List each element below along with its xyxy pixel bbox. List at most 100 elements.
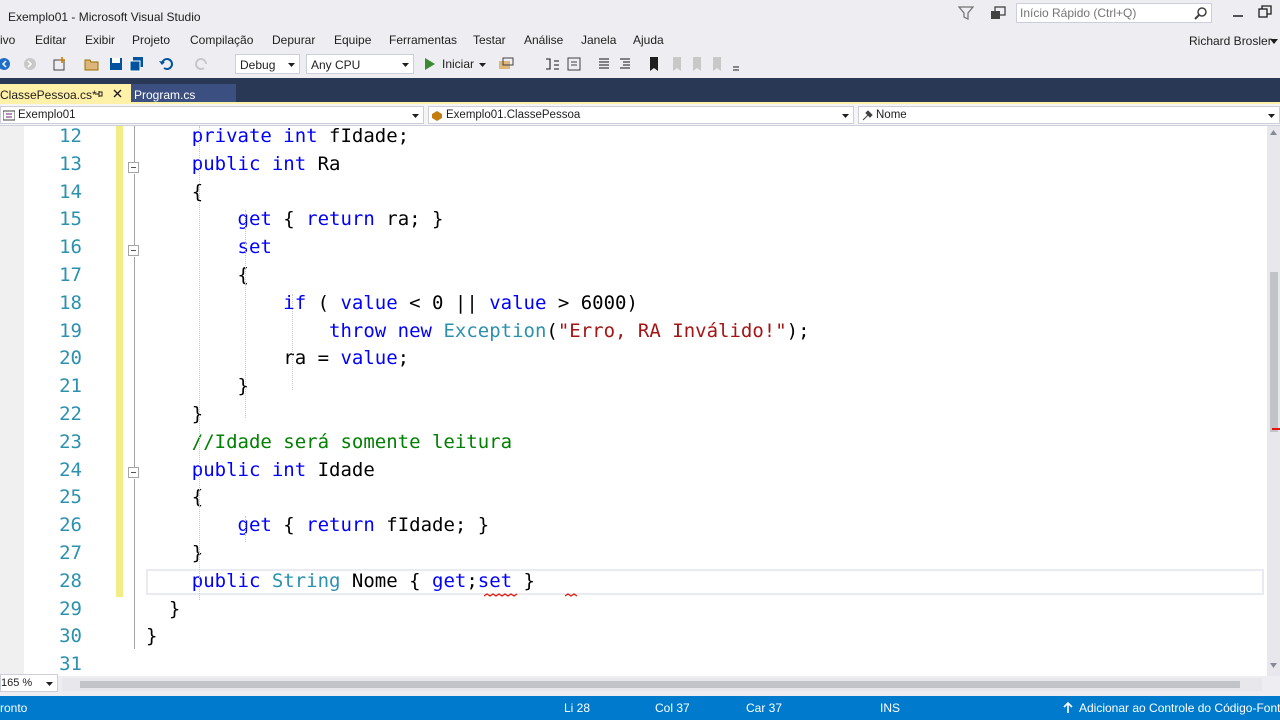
code-line[interactable]: 24 public int Idade: [0, 458, 1267, 486]
new-project-icon[interactable]: [52, 56, 68, 72]
tab-classepessoa[interactable]: ClassePessoa.cs*: [0, 84, 131, 104]
comment-icon[interactable]: [596, 56, 612, 72]
minimize-icon[interactable]: [1232, 6, 1244, 18]
prev-bookmark-icon[interactable]: [668, 56, 684, 72]
code-line[interactable]: 27 }: [0, 541, 1267, 569]
code-token: public: [146, 458, 272, 481]
collapse-toggle[interactable]: [128, 467, 139, 478]
menu-depurar[interactable]: Depurar: [272, 33, 315, 47]
filter-icon[interactable]: [958, 5, 974, 21]
close-icon[interactable]: [113, 89, 122, 98]
code-line[interactable]: 21 }: [0, 374, 1267, 402]
bookmark-icon[interactable]: [646, 56, 662, 72]
navigate-forward-icon[interactable]: [22, 56, 38, 72]
horizontal-scrollbar[interactable]: [62, 678, 1262, 691]
code-text[interactable]: public int Ra: [146, 153, 341, 175]
chevron-down-icon[interactable]: [479, 56, 487, 72]
menu-ferramentas[interactable]: Ferramentas: [389, 33, 457, 47]
code-line[interactable]: 23 //Idade será somente leitura: [0, 430, 1267, 458]
code-text[interactable]: }: [146, 598, 180, 620]
toolbar-overflow-icon[interactable]: [732, 56, 740, 72]
code-line[interactable]: 25 {: [0, 485, 1267, 513]
code-line[interactable]: 22 }: [0, 402, 1267, 430]
code-text[interactable]: {: [146, 181, 203, 203]
menu-editar[interactable]: Editar: [35, 33, 66, 47]
code-text[interactable]: }: [146, 542, 203, 564]
quick-launch-box[interactable]: [1016, 3, 1212, 23]
collapse-toggle[interactable]: [128, 162, 139, 173]
code-text[interactable]: {: [146, 264, 249, 286]
menu-ajuda[interactable]: Ajuda: [633, 33, 664, 47]
redo-icon[interactable]: [194, 56, 210, 72]
step-into-icon[interactable]: [544, 56, 560, 72]
menu-projeto[interactable]: Projeto: [132, 33, 170, 47]
next-bookmark-icon[interactable]: [688, 56, 704, 72]
code-line[interactable]: 15 get { return ra; }: [0, 207, 1267, 235]
code-line[interactable]: 31: [0, 652, 1267, 676]
code-text[interactable]: public int Idade: [146, 459, 375, 481]
code-text[interactable]: ra = value;: [146, 347, 409, 369]
code-line[interactable]: 29 }: [0, 597, 1267, 625]
code-line[interactable]: 17 {: [0, 263, 1267, 291]
code-text[interactable]: //Idade será somente leitura: [146, 431, 512, 453]
code-line[interactable]: 14 {: [0, 180, 1267, 208]
menu-testar[interactable]: Testar: [473, 33, 506, 47]
code-line[interactable]: 30}: [0, 624, 1267, 652]
scrollbar-thumb[interactable]: [80, 681, 1240, 688]
collapse-toggle[interactable]: [128, 245, 139, 256]
tab-program[interactable]: Program.cs: [131, 84, 236, 104]
save-all-icon[interactable]: [129, 56, 145, 72]
undo-icon[interactable]: [158, 56, 174, 72]
class-dropdown[interactable]: Exemplo01.ClassePessoa: [428, 106, 854, 124]
vertical-scrollbar[interactable]: [1267, 126, 1280, 676]
menu-exibir[interactable]: Exibir: [85, 33, 115, 47]
code-text[interactable]: {: [146, 486, 203, 508]
scroll-down-icon[interactable]: [1270, 663, 1277, 668]
code-text[interactable]: get { return fIdade; }: [146, 514, 490, 536]
member-dropdown[interactable]: Nome: [858, 106, 1280, 124]
arrow-up-icon[interactable]: [1062, 702, 1074, 714]
code-line[interactable]: 19 throw new Exception("Erro, RA Inválid…: [0, 319, 1267, 347]
menu-compilacao[interactable]: Compilação: [190, 33, 253, 47]
quick-launch-input[interactable]: [1020, 6, 1190, 20]
search-icon[interactable]: [1194, 6, 1208, 20]
save-icon[interactable]: [108, 56, 124, 72]
configuration-dropdown[interactable]: Debug: [235, 54, 300, 74]
clear-bookmarks-icon[interactable]: [708, 56, 724, 72]
code-text[interactable]: set: [146, 236, 272, 258]
menu-arquivo[interactable]: ivo: [0, 33, 15, 47]
menu-analise[interactable]: Análise: [524, 33, 563, 47]
code-line[interactable]: 20 ra = value;: [0, 346, 1267, 374]
open-file-icon[interactable]: [84, 56, 100, 72]
navigate-back-icon[interactable]: [0, 56, 16, 72]
feedback-icon[interactable]: [990, 5, 1006, 21]
step-over-icon[interactable]: [566, 56, 582, 72]
code-text[interactable]: private int fIdade;: [146, 126, 409, 147]
code-line[interactable]: 18 if ( value < 0 || value > 6000): [0, 291, 1267, 319]
menu-janela[interactable]: Janela: [581, 33, 616, 47]
code-text[interactable]: }: [146, 403, 203, 425]
code-line[interactable]: 26 get { return fIdade; }: [0, 513, 1267, 541]
code-editor[interactable]: 12 private int fIdade; 13 public int Ra 14…: [0, 126, 1267, 676]
code-text[interactable]: get { return ra; }: [146, 208, 444, 230]
pin-icon[interactable]: [94, 89, 104, 99]
restore-icon[interactable]: [1258, 5, 1272, 19]
code-line[interactable]: 13 public int Ra: [0, 152, 1267, 180]
code-text[interactable]: if ( value < 0 || value > 6000): [146, 292, 638, 314]
scroll-up-icon[interactable]: [1270, 130, 1277, 135]
code-text[interactable]: }: [146, 625, 157, 647]
error-marker: [1272, 428, 1280, 430]
zoom-dropdown[interactable]: 165 %: [0, 674, 58, 692]
add-source-control-button[interactable]: Adicionar ao Controle do Código-Font: [1079, 701, 1280, 715]
user-name[interactable]: Richard Brosler: [1189, 34, 1272, 48]
chevron-down-icon[interactable]: [1270, 39, 1278, 45]
code-text[interactable]: }: [146, 375, 249, 397]
scrollbar-thumb[interactable]: [1270, 272, 1278, 432]
platform-dropdown[interactable]: Any CPU: [306, 54, 414, 74]
code-line[interactable]: 16 set: [0, 235, 1267, 263]
browser-link-icon[interactable]: [498, 56, 514, 72]
uncomment-icon[interactable]: [617, 56, 633, 72]
code-line[interactable]: 12 private int fIdade;: [0, 126, 1267, 152]
menu-equipe[interactable]: Equipe: [334, 33, 371, 47]
project-dropdown[interactable]: Exemplo01: [0, 106, 424, 124]
